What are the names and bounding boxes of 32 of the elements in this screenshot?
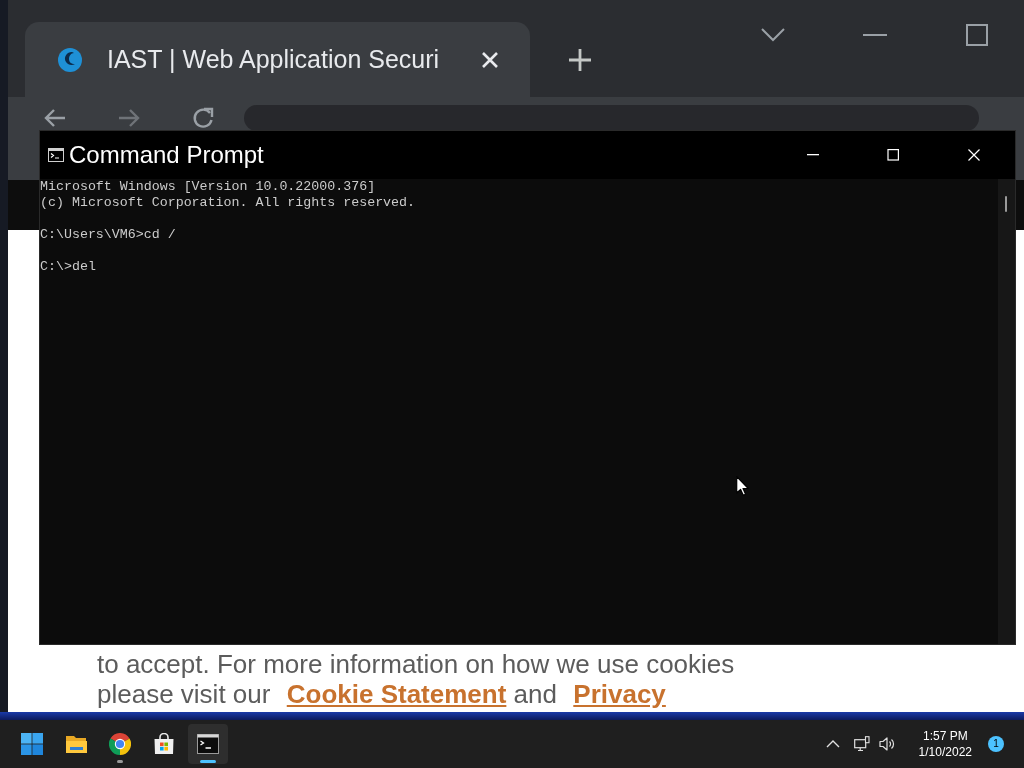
terminal-icon	[197, 733, 219, 755]
site-favicon-icon	[58, 47, 82, 72]
console-line: Microsoft Windows [Version 10.0.22000.376]	[40, 179, 377, 195]
chevron-up-icon[interactable]	[825, 740, 840, 748]
shopping-bag-icon	[153, 733, 175, 755]
clock-time[interactable]: 1:57 PM	[918, 728, 972, 744]
start-icon	[21, 733, 43, 755]
browser-icon	[109, 733, 131, 755]
folder-icon	[65, 733, 87, 755]
window-title: Command Prompt	[69, 140, 264, 170]
clock-date[interactable]: 1/10/2022	[918, 744, 972, 760]
console-line: C:\Users\VM6>cd /	[40, 227, 177, 243]
scrollbar-thumb[interactable]	[1005, 196, 1007, 212]
console-line: C:\>del	[40, 259, 97, 275]
notification-badge[interactable]: 1	[988, 736, 1004, 752]
back-arrow-icon[interactable]	[44, 108, 66, 128]
reload-icon[interactable]	[192, 107, 214, 129]
maximize-icon	[887, 149, 899, 161]
new-tab-icon[interactable]	[568, 47, 592, 72]
cookie-notice-text: to accept. For more information on how we use cookies please visit our Cookie Statement and Privacy	[97, 649, 736, 709]
close-icon[interactable]	[481, 50, 499, 69]
close-icon	[968, 149, 980, 161]
scrollbar-track[interactable]	[998, 179, 1015, 644]
terminal-button[interactable]	[188, 724, 228, 764]
speaker-icon[interactable]	[878, 736, 895, 752]
console-app-icon	[48, 148, 64, 162]
mouse-pointer-icon	[736, 476, 749, 496]
cookie-notice-link[interactable]: Cookie Statement	[286, 679, 507, 709]
cookie-notice-link[interactable]: Privacy	[573, 679, 666, 709]
monitor-icon[interactable]	[853, 736, 870, 752]
console-line: (c) Microsoft Corporation. All rights reserved.	[40, 195, 417, 211]
browser-tab[interactable]: IAST | Web Application Securi	[25, 22, 530, 97]
